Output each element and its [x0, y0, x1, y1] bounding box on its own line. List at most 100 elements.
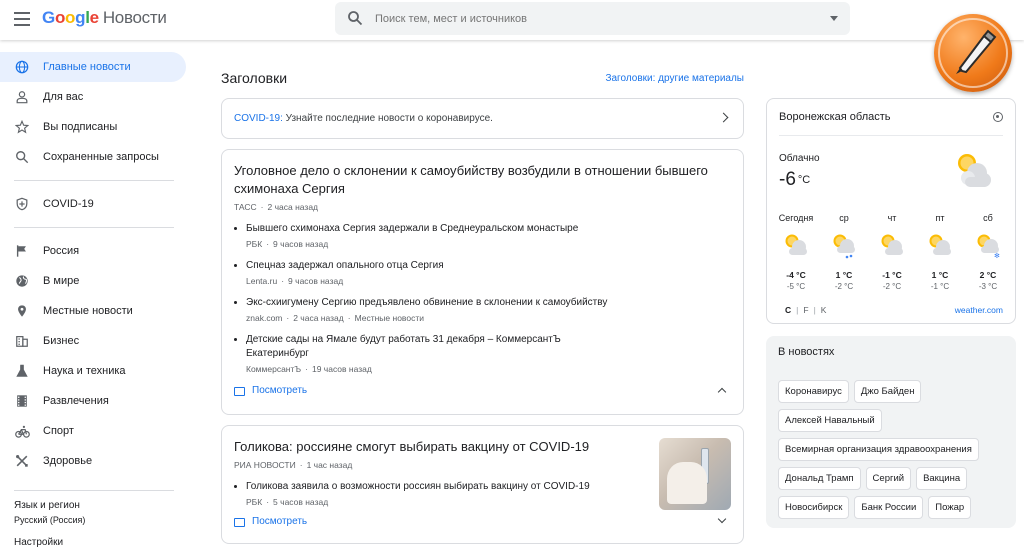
in-the-news-title: В новостях	[778, 346, 835, 358]
sidebar-divider	[14, 227, 174, 228]
logo-letter: o	[54, 8, 66, 27]
search-icon	[14, 149, 30, 165]
sidebar-item-top-stories[interactable]: Главные новости	[0, 52, 186, 82]
cloudy-icon	[785, 234, 807, 255]
sidebar-item-sport[interactable]: Спорт	[0, 416, 190, 446]
weather-condition: Облачно	[779, 153, 820, 164]
settings-link[interactable]: Настройки	[14, 537, 63, 548]
sidebar-item-label: Спорт	[43, 425, 74, 437]
topic-chip[interactable]: Коронавирус	[778, 380, 849, 403]
weather-region[interactable]: Воронежская область	[779, 111, 891, 123]
sub-story-time: 9 часов назад	[273, 239, 329, 249]
chevron-down-icon[interactable]	[717, 514, 727, 524]
sidebar-item-entertainment[interactable]: Развлечения	[0, 386, 190, 416]
sidebar-item-label: Здоровье	[43, 455, 93, 467]
partly-cloudy-icon	[958, 154, 991, 187]
story-thumbnail[interactable]	[659, 438, 731, 510]
forecast-high: -4 °C	[786, 270, 806, 280]
chevron-right-icon[interactable]	[718, 112, 729, 123]
sub-story-title[interactable]: Спецназ задержал опального отца Сергия	[246, 259, 731, 273]
unit-fahrenheit[interactable]: F	[803, 305, 808, 315]
sub-story-source[interactable]: РБК	[246, 497, 262, 507]
search-options-icon[interactable]	[830, 16, 838, 21]
forecast-day-name: чт	[887, 213, 897, 223]
forecast-day[interactable]: Сегодня -4 °C -5 °C	[773, 213, 819, 291]
rain-icon	[833, 234, 855, 259]
covid-link[interactable]: COVID-19:	[234, 113, 283, 124]
in-the-news-panel: В новостях Коронавирус Джо Байден Алексе…	[766, 336, 1016, 528]
sub-story-title[interactable]: Детские сады на Ямале будут работать 31 …	[246, 333, 576, 361]
topic-chip[interactable]: Сергий	[865, 467, 912, 490]
sub-story-title[interactable]: Экс-схиигумену Сергию предъявлено обвине…	[246, 296, 731, 310]
topic-chip[interactable]: Банк России	[854, 496, 924, 519]
story-title[interactable]: Уголовное дело о склонении к самоубийств…	[234, 162, 731, 198]
sidebar-item-label: Развлечения	[43, 395, 109, 407]
topic-chip[interactable]: Дональд Трамп	[778, 467, 861, 490]
forecast-day[interactable]: пт 1 °C -1 °C	[917, 213, 963, 291]
forecast-low: -2 °C	[834, 282, 854, 291]
location-icon[interactable]	[993, 112, 1003, 122]
sidebar-item-local[interactable]: Местные новости	[0, 296, 190, 326]
logo-letter: e	[89, 8, 99, 27]
sidebar-item-label: Россия	[43, 245, 80, 257]
sidebar-item-following[interactable]: Вы подписаны	[0, 112, 190, 142]
sub-story-source[interactable]: РБК	[246, 239, 262, 249]
sub-story: Бывшего схимонаха Сергия задержали в Сре…	[234, 222, 731, 249]
view-full-coverage-link[interactable]: Посмотреть	[252, 385, 307, 396]
unit-celsius[interactable]: C	[785, 305, 791, 315]
forecast-low: -5 °C	[786, 282, 806, 291]
world-icon	[14, 273, 30, 289]
sub-story-tag: Местные новости	[354, 313, 424, 323]
sub-story: Детские сады на Ямале будут работать 31 …	[234, 333, 731, 374]
sub-story-source[interactable]: znak.com	[246, 313, 282, 323]
temp-value: -6	[779, 169, 796, 190]
globe-icon	[14, 59, 30, 75]
view-full-coverage-link[interactable]: Посмотреть	[252, 516, 307, 527]
topic-chip[interactable]: Всемирная организация здравоохранения	[778, 438, 979, 461]
unit-kelvin[interactable]: K	[821, 305, 827, 315]
forecast-day[interactable]: чт -1 °C -2 °C	[869, 213, 915, 291]
chevron-up-icon[interactable]	[717, 387, 727, 397]
sidebar-item-business[interactable]: Бизнес	[0, 326, 190, 356]
topic-chip[interactable]: Алексей Навальный	[778, 409, 882, 432]
sidebar-item-for-you[interactable]: Для вас	[0, 82, 190, 112]
story-source[interactable]: ТАСС	[234, 202, 257, 212]
sub-story-source[interactable]: КоммерсантЪ	[246, 364, 301, 374]
language-region[interactable]: Язык и регион Русский (Россия)	[14, 500, 85, 525]
weather-source-link[interactable]: weather.com	[955, 305, 1003, 315]
search-input[interactable]	[375, 8, 815, 29]
sidebar-item-russia[interactable]: Россия	[0, 236, 190, 266]
sub-story-title[interactable]: Бывшего схимонаха Сергия задержали в Сре…	[246, 222, 731, 236]
topic-chip[interactable]: Джо Байден	[853, 380, 922, 403]
story-title[interactable]: Голикова: россияне смогут выбирать вакци…	[234, 438, 634, 456]
flask-icon	[14, 363, 30, 379]
section-more-link[interactable]: Заголовки: другие материалы	[605, 73, 744, 84]
forecast-high: 1 °C	[931, 270, 949, 280]
film-icon	[14, 393, 30, 409]
search-icon[interactable]	[347, 10, 363, 26]
topic-chip[interactable]: Вакцина	[916, 467, 968, 490]
covid-banner[interactable]: COVID-19: Узнайте последние новости о ко…	[221, 98, 744, 139]
menu-icon[interactable]	[14, 12, 30, 26]
story-source[interactable]: РИА НОВОСТИ	[234, 460, 296, 470]
sidebar-item-label: Бизнес	[43, 335, 80, 347]
forecast-day[interactable]: сб ✻ 2 °C -3 °C	[965, 213, 1011, 291]
sub-story: Спецназ задержал опального отца Сергия L…	[234, 259, 731, 286]
sidebar-item-health[interactable]: Здоровье	[0, 446, 190, 476]
language-label: Язык и регион	[14, 500, 80, 511]
forecast-day[interactable]: ср 1 °C -2 °C	[821, 213, 867, 291]
sidebar-item-science[interactable]: Наука и техника	[0, 356, 190, 386]
topic-chips: Коронавирус Джо Байден Алексей Навальный…	[778, 380, 1010, 519]
sidebar-item-world[interactable]: В мире	[0, 266, 190, 296]
forecast-low: -3 °C	[978, 282, 998, 291]
topic-chip[interactable]: Новосибирск	[778, 496, 850, 519]
pencil-badge-icon[interactable]	[934, 14, 1012, 92]
google-news-logo[interactable]: Google Новости	[42, 8, 167, 28]
search-bar[interactable]	[335, 2, 850, 35]
sub-story-source[interactable]: Lenta.ru	[246, 276, 277, 286]
sidebar-item-saved-searches[interactable]: Сохраненные запросы	[0, 142, 190, 172]
main-feed: Заголовки Заголовки: другие материалы CO…	[221, 60, 744, 554]
section-title: Заголовки	[221, 70, 288, 86]
sidebar-item-covid[interactable]: COVID-19	[0, 189, 190, 219]
topic-chip[interactable]: Пожар	[928, 496, 972, 519]
